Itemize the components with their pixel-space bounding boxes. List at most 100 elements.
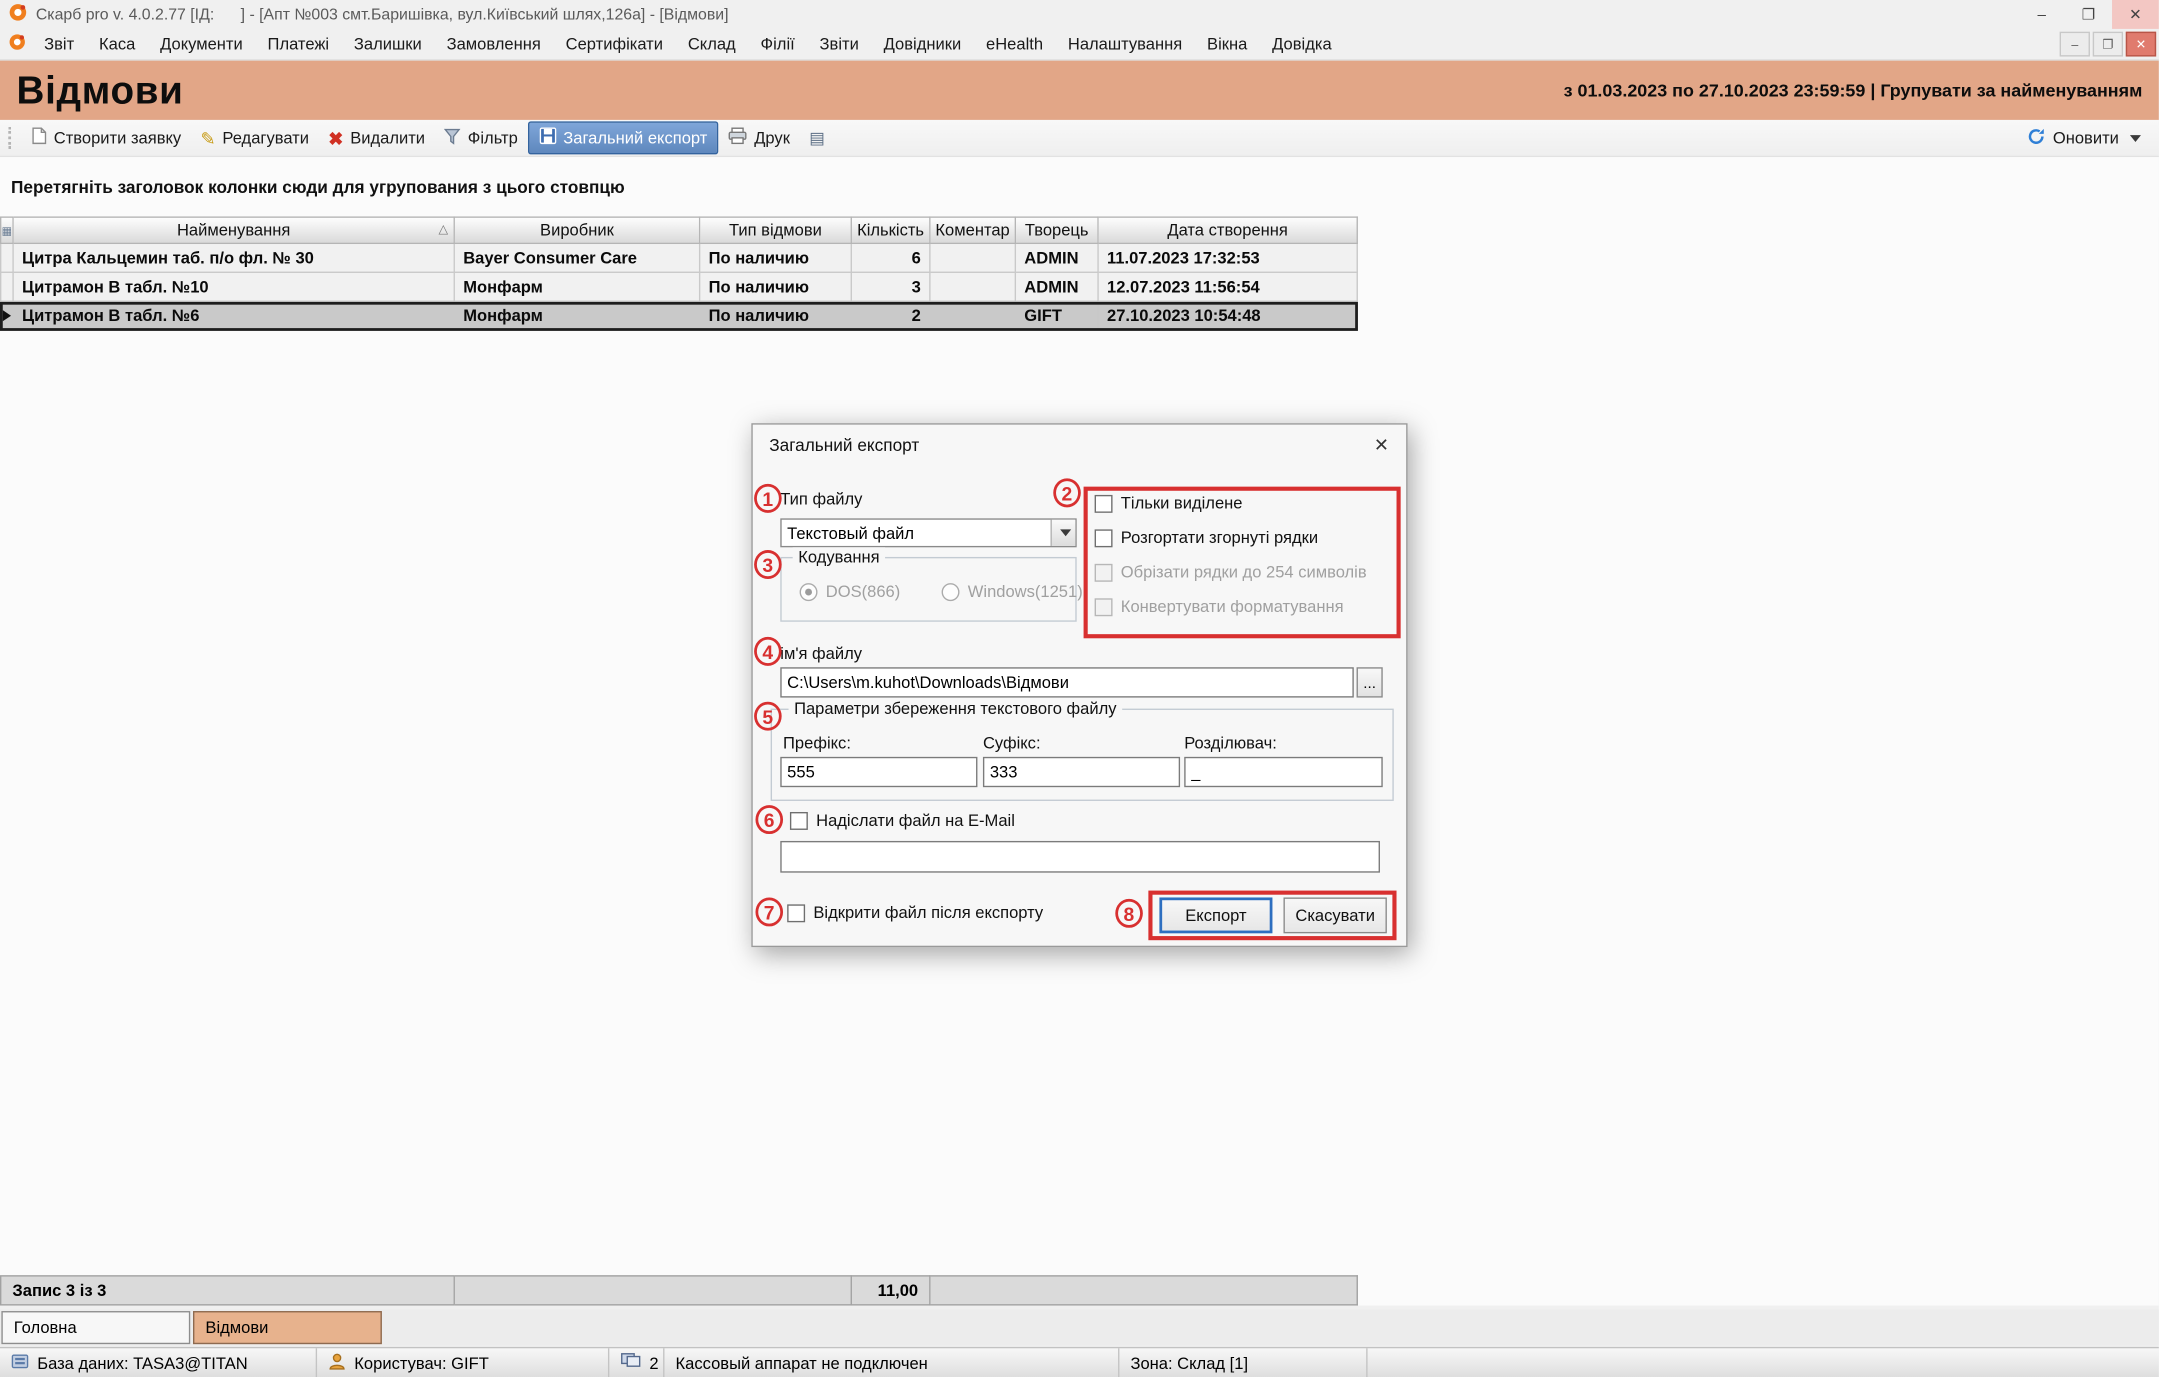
checkbox-selected-only-label: Тільки виділене: [1121, 494, 1243, 513]
menu-item-dokumenty[interactable]: Документи: [148, 29, 255, 59]
menu-item-kasa[interactable]: Каса: [87, 29, 148, 59]
annotation-number-3: 3: [754, 550, 781, 579]
tab-vidmovy[interactable]: Відмови: [193, 1311, 382, 1344]
current-row-indicator-icon: [3, 310, 11, 321]
browse-button[interactable]: ...: [1357, 667, 1383, 697]
app-logo-icon: [8, 3, 27, 26]
prefix-input[interactable]: [780, 757, 977, 787]
checkbox-convert-formatting-label: Конвертувати форматування: [1121, 597, 1344, 616]
menu-item-zalyshky[interactable]: Залишки: [342, 29, 435, 59]
general-export-label: Загальний експорт: [563, 128, 707, 147]
prefix-label: Префікс:: [783, 733, 851, 752]
mdi-minimize-button[interactable]: –: [2060, 32, 2090, 57]
radio-dos866[interactable]: DOS(866): [800, 582, 901, 601]
column-header-manufacturer[interactable]: Виробник: [455, 216, 700, 244]
menu-item-zamovlennia[interactable]: Замовлення: [434, 29, 553, 59]
combo-dropdown-button[interactable]: [1050, 520, 1075, 546]
menu-bar: Звіт Каса Документи Платежі Залишки Замо…: [0, 29, 2159, 61]
refresh-button[interactable]: Оновити: [2017, 122, 2151, 154]
table-row-selected[interactable]: Цитрамон В табл. №6 Монфарм По наличию 2…: [0, 302, 1358, 331]
print-button[interactable]: Друк: [718, 123, 799, 153]
cancel-button[interactable]: Скасувати: [1283, 897, 1386, 933]
user-status: Користувач: GIFT: [317, 1348, 609, 1377]
menu-item-nalashtuvannia[interactable]: Налаштування: [1055, 29, 1194, 59]
checkbox-expand-collapsed-rows[interactable]: Розгортати згорнуті рядки: [1095, 528, 1318, 547]
toolbar: Створити заявку ✎ Редагувати ✖ Видалити …: [0, 120, 2159, 157]
checkbox-open-after-export[interactable]: Відкрити файл після експорту: [787, 903, 1043, 922]
minimize-button[interactable]: –: [2018, 0, 2065, 29]
menu-item-zvit[interactable]: Звіт: [32, 29, 87, 59]
refusals-table: ▦ Найменування △ Виробник Тип відмови Кі…: [0, 216, 1358, 330]
checkbox-icon: [1095, 529, 1113, 547]
mdi-close-button[interactable]: ✕: [2126, 32, 2156, 57]
checkbox-selected-only[interactable]: Тільки виділене: [1095, 494, 1243, 513]
column-header-name[interactable]: Найменування △: [14, 216, 455, 244]
file-type-select[interactable]: Текстовый файл: [780, 518, 1076, 547]
columns-button[interactable]: ▤: [800, 125, 835, 150]
text-save-params-legend: Параметри збереження текстового файлу: [789, 699, 1122, 718]
close-button[interactable]: ✕: [2112, 0, 2159, 29]
toolbar-grip: [8, 127, 15, 149]
column-header-creator[interactable]: Творець: [1016, 216, 1099, 244]
checkbox-send-email-label: Надіслати файл на E-Mail: [816, 811, 1015, 830]
menu-item-dovidnyky[interactable]: Довідники: [871, 29, 973, 59]
column-header-comment[interactable]: Коментар: [931, 216, 1016, 244]
refresh-dropdown-icon[interactable]: [2130, 134, 2141, 141]
cell-created-date: 11.07.2023 17:32:53: [1099, 244, 1358, 273]
page-header: Відмови з 01.03.2023 по 27.10.2023 23:59…: [0, 61, 2159, 120]
pencil-icon: ✎: [200, 129, 215, 147]
email-input[interactable]: [780, 841, 1380, 873]
group-by-drop-zone[interactable]: Перетягніть заголовок колонки сюди для у…: [0, 157, 2159, 216]
mdi-restore-button[interactable]: ❐: [2093, 32, 2123, 57]
refresh-icon: [2027, 126, 2046, 149]
column-header-created-date[interactable]: Дата створення: [1099, 216, 1358, 244]
user-icon: [328, 1352, 346, 1374]
menu-item-platezhi[interactable]: Платежі: [255, 29, 341, 59]
menu-item-ehealth[interactable]: eHealth: [974, 29, 1056, 59]
summary-empty-cell: [931, 1275, 1358, 1305]
general-export-button[interactable]: Загальний експорт: [527, 121, 718, 154]
delete-button[interactable]: ✖ Видалити: [319, 124, 435, 152]
general-export-dialog: Загальний експорт ✕ Тип файлу Текстовый …: [751, 423, 1407, 947]
table-row[interactable]: Цитрамон В табл. №10 Монфарм По наличию …: [0, 273, 1358, 302]
cell-name: Цитрамон В табл. №10: [14, 273, 455, 302]
checkbox-open-after-export-label: Відкрити файл після експорту: [813, 903, 1043, 922]
table-row[interactable]: Цитра Кальцемин таб. п/о фл. № 30 Bayer …: [0, 244, 1358, 273]
edit-button[interactable]: ✎ Редагувати: [191, 124, 319, 152]
workstation-count: 2: [609, 1348, 664, 1377]
sort-ascending-icon: △: [439, 222, 449, 237]
menu-item-sklad[interactable]: Склад: [675, 29, 748, 59]
radio-windows1251[interactable]: Windows(1251): [942, 582, 1083, 601]
column-header-name-label: Найменування: [177, 221, 290, 240]
dialog-close-icon[interactable]: ✕: [1358, 426, 1405, 465]
workspace-tabs: Головна Відмови: [0, 1310, 2159, 1346]
menu-item-filii[interactable]: Філії: [748, 29, 807, 59]
menu-item-dovidka[interactable]: Довідка: [1260, 29, 1344, 59]
create-request-button[interactable]: Створити заявку: [22, 123, 191, 153]
database-status: База даних: TASA3@TITAN: [0, 1348, 317, 1377]
cell-refusal-type: По наличию: [700, 244, 852, 273]
menu-item-sertyfikaty[interactable]: Сертифікати: [553, 29, 675, 59]
tab-holovna[interactable]: Головна: [1, 1311, 190, 1344]
cell-name: Цитрамон В табл. №6: [14, 302, 455, 331]
new-document-icon: [32, 127, 47, 149]
column-header-refusal-type[interactable]: Тип відмови: [700, 216, 852, 244]
checkbox-send-email[interactable]: Надіслати файл на E-Mail: [790, 811, 1015, 830]
export-button[interactable]: Експорт: [1159, 897, 1272, 933]
cell-manufacturer: Монфарм: [455, 273, 700, 302]
filter-button[interactable]: Фільтр: [435, 123, 528, 152]
status-bar: База даних: TASA3@TITAN Користувач: GIFT…: [0, 1347, 2159, 1377]
suffix-input[interactable]: [983, 757, 1180, 787]
divider-input[interactable]: [1184, 757, 1383, 787]
maximize-button[interactable]: ❐: [2065, 0, 2112, 29]
delete-label: Видалити: [350, 128, 425, 147]
file-type-label: Тип файлу: [780, 489, 862, 508]
indicator-column-header: ▦: [0, 216, 14, 244]
cell-quantity: 3: [852, 273, 931, 302]
menu-item-vikna[interactable]: Вікна: [1195, 29, 1260, 59]
file-name-input[interactable]: [780, 667, 1353, 697]
cell-creator: ADMIN: [1016, 273, 1099, 302]
annotation-number-7: 7: [755, 897, 782, 926]
column-header-quantity[interactable]: Кількість: [852, 216, 931, 244]
menu-item-zvity[interactable]: Звіти: [807, 29, 871, 59]
